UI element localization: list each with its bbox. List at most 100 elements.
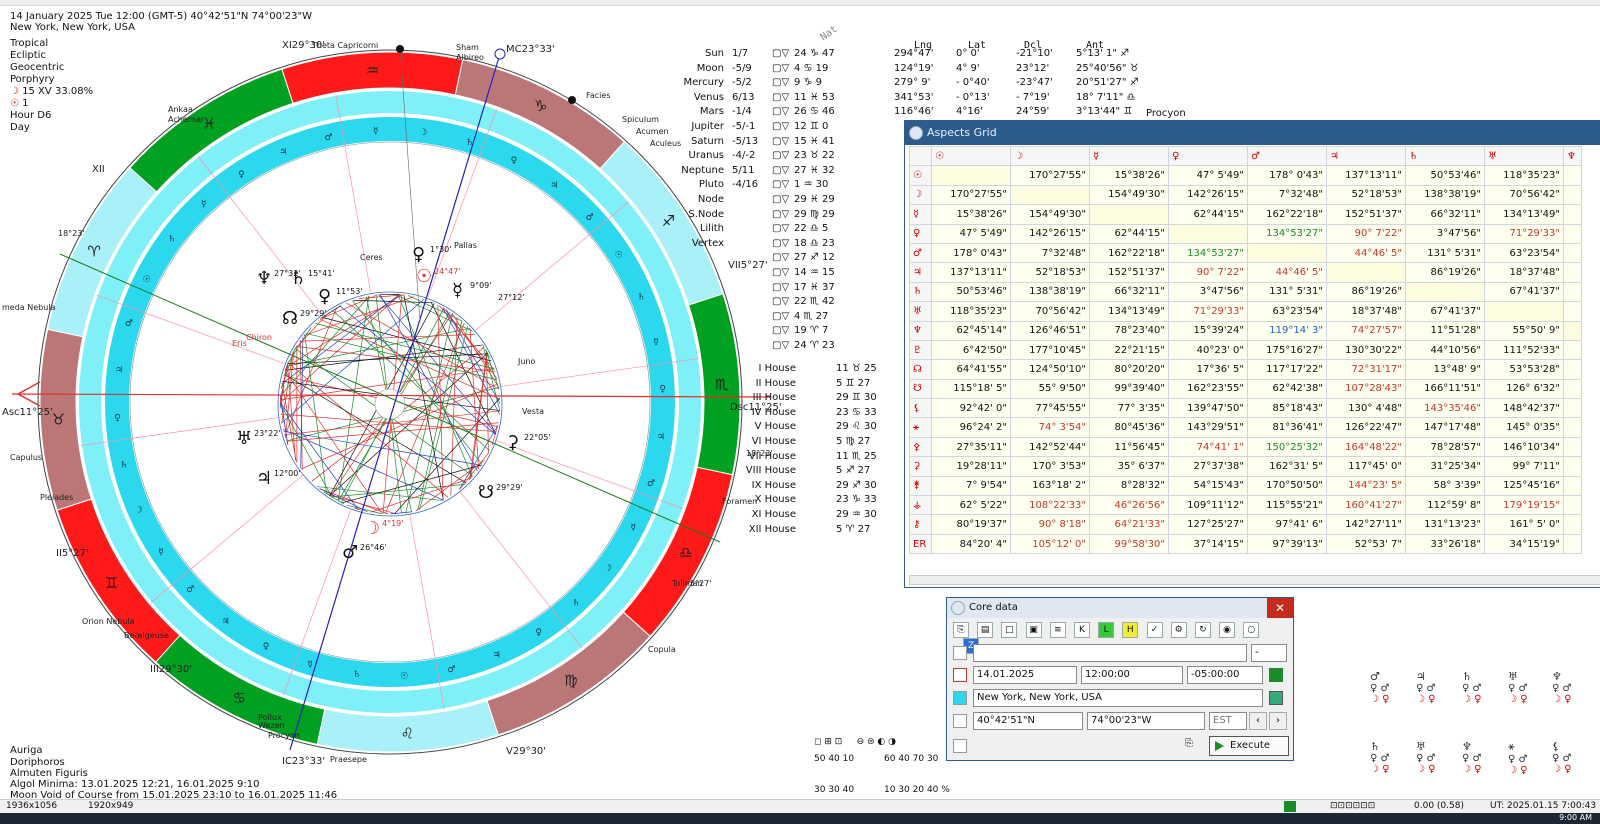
row-header[interactable]: ⚳ (909, 456, 932, 477)
aspects-row[interactable]: ☿ 15°38'26" 154°49'30" 62°44'15" 162°22'18" 1… (909, 204, 1582, 225)
aspect-cell[interactable]: 146°10'34" (1484, 436, 1564, 458)
aspect-cell[interactable]: 134°13'49" (1484, 204, 1564, 225)
planet-glyph[interactable]: ♅ (236, 428, 252, 449)
aspect-cell[interactable] (1405, 281, 1485, 303)
aspect-cell[interactable]: 46°26'56" (1089, 495, 1169, 516)
aspect-cell[interactable]: 80°45'36" (1089, 417, 1169, 438)
aspect-cell[interactable] (1563, 495, 1582, 516)
planet-glyph[interactable]: ☋ (478, 482, 494, 503)
row-header[interactable]: ♅ (909, 301, 932, 322)
aspect-cell[interactable]: 52°18'53" (1010, 262, 1090, 283)
aspect-cell[interactable]: 71°29'33" (1168, 301, 1248, 322)
aspect-cell[interactable]: 70°56'42" (1484, 184, 1564, 206)
aspect-cell[interactable] (1563, 165, 1582, 186)
aspect-cell[interactable]: 33°26'18" (1405, 533, 1485, 555)
aspect-cell[interactable] (1563, 262, 1582, 283)
aspect-cell[interactable]: 115°18' 5" (931, 378, 1011, 400)
aspect-cell[interactable]: 134°53'27" (1247, 223, 1327, 244)
aspect-cell[interactable]: 74° 3'54" (1010, 417, 1090, 438)
aspect-cell[interactable]: 90° 7'22" (1326, 223, 1406, 244)
aspect-cell[interactable]: 18°37'48" (1484, 262, 1564, 283)
aspects-row[interactable]: ⚳ 19°28'11" 170° 3'53" 35° 6'37" 27°37'38" 16… (909, 456, 1582, 477)
aspect-cell[interactable]: 154°49'30" (1010, 204, 1090, 225)
aspect-cell[interactable] (1563, 475, 1582, 497)
aspect-cell[interactable]: 86°19'26" (1405, 262, 1485, 283)
aspect-cell[interactable]: 62°44'15" (1089, 223, 1169, 244)
aspect-cell[interactable]: 97°41' 6" (1247, 514, 1327, 535)
row-header[interactable]: ♂ (909, 242, 932, 264)
aspect-cell[interactable]: 137°13'11" (931, 262, 1011, 283)
aspect-cell[interactable]: 50°53'46" (931, 281, 1011, 303)
aspects-table[interactable]: ☉ ☽ ☿ ♀ ♂ ♃ ♄ ♅ ♆ ☉ 170°27'55" 15°38'26" 47° 5'49" 17… (909, 145, 1582, 555)
aspect-cell[interactable]: 27°37'38" (1168, 456, 1248, 477)
column-header[interactable]: ♀ (1168, 145, 1248, 167)
aspect-cell[interactable] (1563, 223, 1582, 244)
aspect-cell[interactable]: 108°22'33" (1010, 495, 1090, 516)
aspect-cell[interactable]: 162°22'18" (1247, 204, 1327, 225)
core-data-window[interactable]: Core data ✕ ⎘ ▤ □ ▣ ≡ K L H ✓ ⚙ ↻ ◉ ○ Z … (946, 597, 1294, 761)
aspect-cell[interactable]: 84°20' 4" (931, 533, 1011, 555)
aspect-cell[interactable] (1563, 184, 1582, 206)
aspect-cell[interactable]: 154°49'30" (1089, 184, 1169, 206)
close-button[interactable]: ✕ (1267, 598, 1293, 618)
aspect-cell[interactable]: 162°31' 5" (1247, 456, 1327, 477)
aspect-cell[interactable]: 105°12' 0" (1010, 533, 1090, 555)
aspect-cell[interactable]: 52°53' 7" (1326, 533, 1406, 555)
aspect-cell[interactable] (1563, 417, 1582, 438)
execute-button[interactable]: Execute (1209, 736, 1289, 756)
aspect-cell[interactable]: 130° 4'48" (1326, 398, 1406, 419)
aspect-cell[interactable] (1484, 301, 1564, 322)
row-header[interactable]: ER (909, 533, 932, 555)
aspects-row[interactable]: ⚸ 92°42' 0" 77°45'55" 77° 3'35" 139°47'50" 85… (909, 398, 1582, 419)
planet-glyph[interactable]: ♀ (412, 244, 425, 265)
aspect-cell[interactable]: 18°37'48" (1326, 301, 1406, 322)
aspect-cell[interactable]: 7°32'48" (1247, 184, 1327, 206)
aspect-cell[interactable]: 162°23'55" (1168, 378, 1248, 400)
planet-glyph[interactable]: ♀ (318, 286, 331, 307)
aspect-cell[interactable]: 150°25'32" (1247, 436, 1327, 458)
aspect-cell[interactable]: 55°50' 9" (1484, 320, 1564, 341)
aspect-cell[interactable]: 74°41' 1" (1168, 436, 1248, 458)
check-icon[interactable]: ✓ (1146, 622, 1163, 638)
aspect-cell[interactable]: 124°50'10" (1010, 359, 1090, 380)
aspects-row[interactable]: ER 84°20' 4" 105°12' 0" 99°58'30" 37°14'15" 9… (909, 533, 1582, 555)
new-icon[interactable]: □ (1001, 622, 1018, 638)
longitude-input[interactable]: 74°00'23"W (1087, 712, 1205, 730)
aspect-cell[interactable]: 139°47'50" (1168, 398, 1248, 419)
time-input[interactable]: 12:00:00 (1081, 666, 1183, 684)
aspect-cell[interactable]: 148°42'37" (1484, 398, 1564, 419)
aspect-cell[interactable]: 15°38'26" (1089, 165, 1169, 186)
aspect-cell[interactable]: 35° 6'37" (1089, 456, 1169, 477)
aspect-cell[interactable]: 90° 7'22" (1168, 262, 1248, 283)
column-header[interactable]: ♄ (1405, 145, 1485, 167)
aspect-cell[interactable]: 175°16'27" (1247, 339, 1327, 361)
aspect-cell[interactable]: 31°25'34" (1405, 456, 1485, 477)
aspect-cell[interactable]: 80°20'20" (1089, 359, 1169, 380)
aspect-cell[interactable]: 126°22'47" (1326, 417, 1406, 438)
aspect-cell[interactable] (1326, 262, 1406, 283)
aspect-cell[interactable] (1563, 301, 1582, 322)
aspect-cell[interactable]: 96°24' 2" (931, 417, 1011, 438)
aspect-cell[interactable]: 145° 0'35" (1484, 417, 1564, 438)
column-header[interactable]: ☿ (1089, 145, 1169, 167)
aspect-cell[interactable]: 62°42'38" (1247, 378, 1327, 400)
aspect-cell[interactable]: 142°26'15" (1168, 184, 1248, 206)
aspects-row[interactable]: ♃ 137°13'11" 52°18'53" 152°51'37" 90° 7'22" 4… (909, 262, 1582, 283)
row-header[interactable]: ⚹ (909, 417, 932, 438)
aspect-cell[interactable] (1010, 184, 1090, 206)
aspect-cell[interactable]: 7° 9'54" (931, 475, 1011, 497)
planet-glyph[interactable]: ☿ (452, 280, 463, 301)
aspect-cell[interactable]: 64°41'55" (931, 359, 1011, 380)
aspect-cell[interactable]: 78°28'57" (1405, 436, 1485, 458)
aspect-cell[interactable]: 77° 3'35" (1089, 398, 1169, 419)
l-button[interactable]: L (1098, 622, 1115, 638)
row-header[interactable]: ☋ (909, 378, 932, 400)
aspect-cell[interactable]: 142°52'44" (1010, 436, 1090, 458)
aspect-cell[interactable]: 74°27'57" (1326, 320, 1406, 341)
aspect-cell[interactable]: 99°39'40" (1089, 378, 1169, 400)
aspect-cell[interactable]: 53°53'28" (1484, 359, 1564, 380)
aspect-cell[interactable]: 13°48' 9" (1405, 359, 1485, 380)
aspect-cell[interactable]: 97°39'13" (1247, 533, 1327, 555)
aspect-cell[interactable]: 15°38'26" (931, 204, 1011, 225)
h-button[interactable]: H (1122, 622, 1139, 638)
